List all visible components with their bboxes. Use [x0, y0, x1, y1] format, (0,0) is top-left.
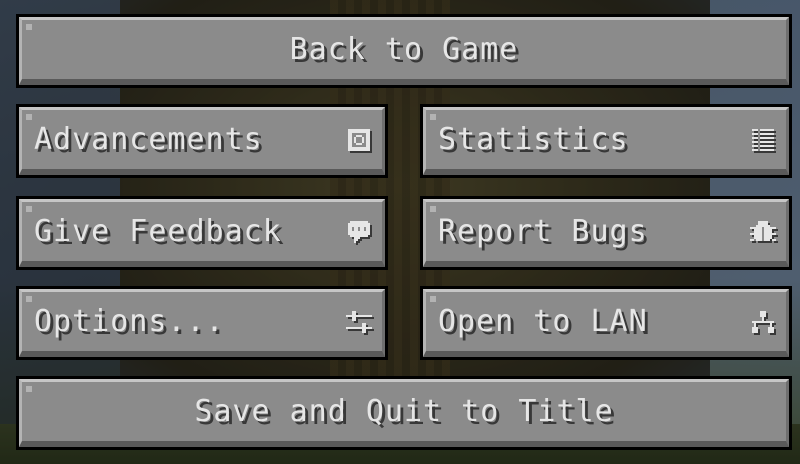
give-feedback-label: Give Feedback — [34, 213, 282, 249]
options-label: Options... — [34, 303, 225, 339]
network-icon — [750, 309, 776, 335]
save-and-quit-button[interactable]: Save and Quit to Title — [16, 376, 792, 450]
back-to-game-button[interactable]: Back to Game — [16, 14, 792, 88]
advancements-label: Advancements — [34, 121, 263, 157]
report-bugs-button[interactable]: Report Bugs — [420, 196, 792, 270]
advancements-icon — [346, 127, 372, 153]
statistics-label: Statistics — [438, 121, 629, 157]
options-button[interactable]: Options... — [16, 286, 388, 360]
statistics-icon — [750, 127, 776, 153]
open-to-lan-button[interactable]: Open to LAN — [420, 286, 792, 360]
pause-menu: Back to Game Advancements Statistics Giv… — [0, 0, 800, 464]
bug-icon — [750, 219, 776, 245]
speech-bubble-icon — [346, 219, 372, 245]
back-to-game-label: Back to Game — [289, 31, 519, 67]
give-feedback-button[interactable]: Give Feedback — [16, 196, 388, 270]
report-bugs-label: Report Bugs — [438, 213, 648, 249]
advancements-button[interactable]: Advancements — [16, 104, 388, 178]
sliders-icon — [346, 309, 372, 335]
save-and-quit-label: Save and Quit to Title — [194, 393, 614, 429]
statistics-button[interactable]: Statistics — [420, 104, 792, 178]
open-to-lan-label: Open to LAN — [438, 303, 648, 339]
